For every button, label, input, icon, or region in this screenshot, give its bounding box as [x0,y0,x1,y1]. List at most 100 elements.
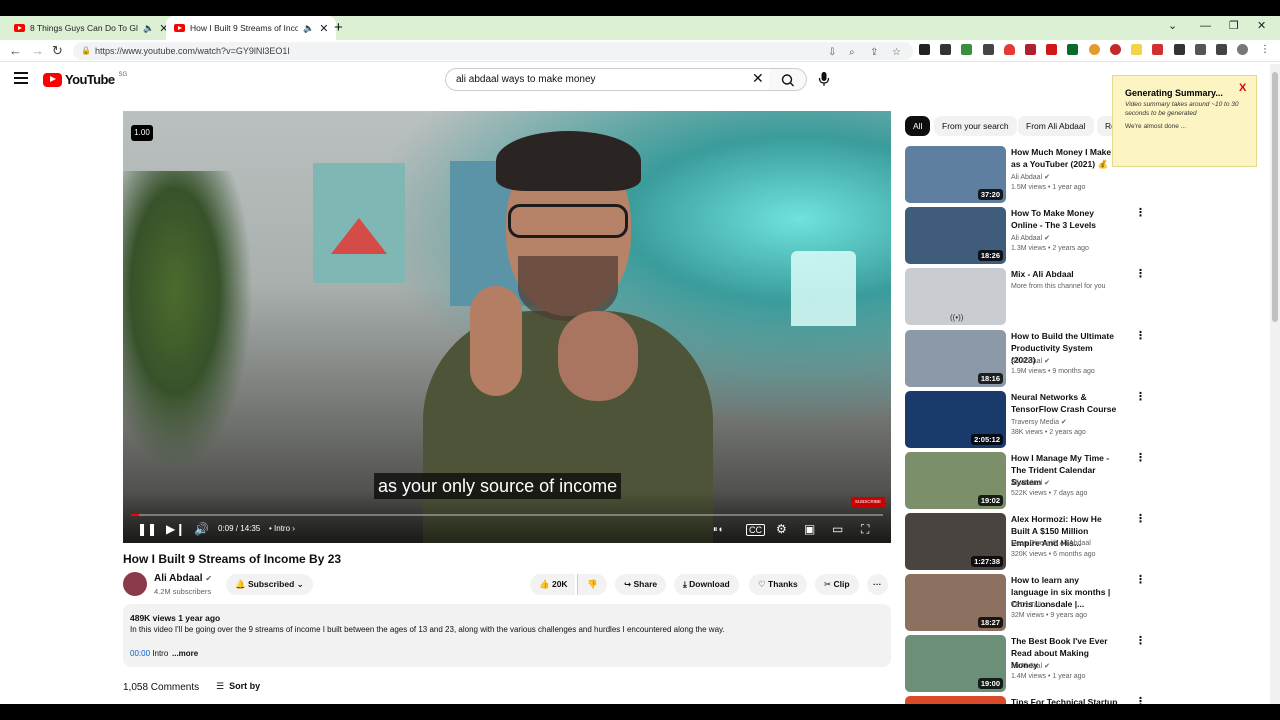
description-box[interactable] [123,604,891,667]
video-thumbnail[interactable]: ((•)) [905,268,1006,325]
maximize-icon[interactable]: ❐ [1229,16,1239,36]
list-item[interactable]: 1:27:38 Alex Hormozi: How He Built A $15… [905,513,1146,570]
chip-from-your-search[interactable]: From your search [934,116,1017,136]
extension-icon[interactable] [1025,44,1036,55]
scrollbar-thumb[interactable] [1272,72,1278,322]
extension-icon[interactable] [940,44,951,55]
miniplayer-icon[interactable]: ▣ [804,522,815,536]
clear-search-icon[interactable]: ✕ [752,70,764,87]
list-item[interactable]: Tips For Technical Startup ⋮ [905,696,1145,704]
video-thumbnail[interactable]: 18:16 [905,330,1006,387]
video-thumbnail[interactable]: 2:05:12 [905,391,1006,448]
rec-title[interactable]: Neural Networks & TensorFlow Crash Cours… [1011,391,1118,415]
puzzle-extensions-icon[interactable] [1174,44,1185,55]
list-item[interactable]: 18:27 How to learn any language in six m… [905,574,1146,631]
minimize-icon[interactable]: — [1200,16,1211,36]
install-icon[interactable]: ⇩ [828,44,836,62]
address-bar[interactable]: 🔒 https://www.youtube.com/watch?v=GY9lNl… [73,42,913,60]
progress-bar[interactable] [131,514,883,516]
video-thumbnail[interactable]: 1:27:38 [905,513,1006,570]
rec-title[interactable]: How To Make Money Online - The 3 Levels [1011,207,1118,231]
tab-2[interactable]: How I Built 9 Streams of Inco 🔈 ✕ [166,16,337,40]
chapter-timestamp-link[interactable]: 00:00 Intro [130,649,168,658]
next-icon[interactable]: ▶❙ [166,522,185,536]
video-thumbnail[interactable] [905,696,1006,704]
list-item[interactable]: ((•)) Mix - Ali Abdaal More from this ch… [905,268,1146,325]
show-more-link[interactable]: ...more [172,649,198,658]
video-thumbnail[interactable]: 19:00 [905,635,1006,692]
share-page-icon[interactable]: ⇪ [870,44,878,62]
profile-avatar-icon[interactable] [1237,44,1248,55]
close-popup-button[interactable]: X [1239,82,1246,94]
clip-button[interactable]: ✂ Clip [815,574,859,595]
more-vert-icon[interactable]: ⋮ [1135,635,1146,647]
more-actions-button[interactable]: ··· [867,574,888,595]
close-tab-icon[interactable]: ✕ [319,22,328,35]
subscribe-watermark[interactable]: SUBSCRIBE [851,497,885,507]
sort-by-button[interactable]: ☰ Sort by [216,681,260,692]
autoplay-toggle-icon[interactable]: ⏸◖ [713,524,723,535]
volume-icon[interactable]: 🔊 [194,522,209,536]
more-vert-icon[interactable]: ⋮ [1135,452,1146,464]
reading-list-icon[interactable] [1195,44,1206,55]
reload-icon[interactable]: ↻ [52,43,63,59]
more-vert-icon[interactable]: ⋮ [1135,513,1146,525]
more-vert-icon[interactable]: ⋮ [1135,696,1145,704]
video-player[interactable]: 1.00 as your only source of income SUBSC… [123,111,891,543]
youtube-logo[interactable]: YouTube SG [43,72,127,87]
channel-avatar[interactable] [123,572,147,596]
thanks-button[interactable]: ♡ Thanks [749,574,807,595]
settings-gear-icon[interactable]: ⚙ [776,522,787,536]
download-button[interactable]: ⤓ Download [674,574,739,595]
more-vert-icon[interactable]: ⋮ [1135,391,1146,403]
extension-icon[interactable] [983,44,994,55]
extension-icon[interactable] [919,44,930,55]
list-item[interactable]: 18:16 How to Build the Ultimate Producti… [905,330,1146,387]
tab-search-icon[interactable]: ⌄ [1168,16,1177,36]
pause-icon[interactable]: ❚❚ [137,522,157,536]
tab-1[interactable]: 8 Things Guys Can Do To Gl 🔈 ✕ [6,16,176,40]
list-item[interactable]: 2:05:12 Neural Networks & TensorFlow Cra… [905,391,1146,448]
subtitles-icon[interactable]: CC [746,524,765,536]
more-vert-icon[interactable]: ⋮ [1135,330,1146,342]
more-vert-icon[interactable]: ⋮ [1135,574,1146,586]
subscribed-button[interactable]: 🔔 Subscribed ⌄ [226,574,313,595]
side-panel-icon[interactable] [1216,44,1227,55]
microphone-icon[interactable] [818,71,830,87]
zoom-icon[interactable]: ⌕ [849,44,855,62]
share-button[interactable]: ↪ Share [615,574,667,595]
extension-icon[interactable] [1067,44,1078,55]
new-tab-button[interactable]: + [334,16,343,40]
video-thumbnail[interactable]: 18:27 [905,574,1006,631]
bookmark-star-icon[interactable]: ☆ [892,44,901,62]
rec-title[interactable]: How Much Money I Make as a YouTuber (202… [1011,146,1118,170]
extension-icon[interactable] [1046,44,1057,55]
video-thumbnail[interactable]: 18:26 [905,207,1006,264]
theater-mode-icon[interactable]: ▭ [832,522,843,536]
hamburger-menu-icon[interactable] [14,72,28,84]
extension-icon[interactable] [1131,44,1142,55]
chip-all[interactable]: All [905,116,931,136]
forward-icon[interactable]: → [31,43,44,58]
chip-from-ali-abdaal[interactable]: From Ali Abdaal [1018,116,1094,136]
rec-title[interactable]: Mix - Ali Abdaal [1011,268,1118,280]
list-item[interactable]: 18:26 How To Make Money Online - The 3 L… [905,207,1146,264]
video-thumbnail[interactable]: 37:20 [905,146,1006,203]
more-vert-icon[interactable]: ⋮ [1135,268,1146,280]
search-button[interactable] [769,68,807,91]
list-item[interactable]: 19:02 How I Manage My Time - The Trident… [905,452,1146,509]
extension-icon[interactable] [1152,44,1163,55]
channel-name[interactable]: Ali Abdaal ✔ [154,573,212,584]
extension-icon[interactable] [1089,44,1100,55]
list-item[interactable]: 37:20 How Much Money I Make as a YouTube… [905,146,1145,203]
extension-icon[interactable] [1110,44,1121,55]
chapter-label[interactable]: • Intro › [269,524,295,533]
more-vert-icon[interactable]: ⋮ [1135,207,1146,219]
rec-title[interactable]: Tips For Technical Startup [1011,696,1118,704]
like-button[interactable]: 👍 20K [530,574,575,595]
search-input[interactable]: ali abdaal ways to make money [445,68,770,91]
kebab-menu-icon[interactable]: ⋮ [1260,44,1271,55]
list-item[interactable]: 19:00 The Best Book I've Ever Read about… [905,635,1146,692]
brave-shield-icon[interactable] [1004,44,1015,55]
dislike-button[interactable]: 👎 [577,574,607,595]
